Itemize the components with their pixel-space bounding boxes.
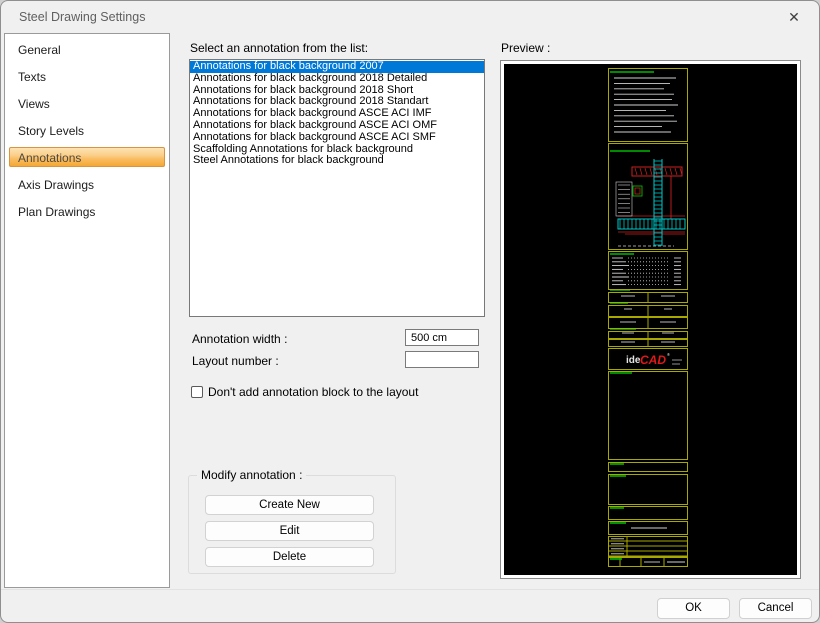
sidebar-item-axis-drawings[interactable]: Axis Drawings <box>9 174 165 194</box>
edit-button[interactable]: Edit <box>205 521 374 541</box>
modify-annotation-label: Modify annotation : <box>197 468 306 482</box>
annotation-listbox[interactable]: Annotations for black background 2007Ann… <box>189 59 485 317</box>
footer: OK Cancel <box>1 589 819 623</box>
sidebar-item-views[interactable]: Views <box>9 93 165 113</box>
preview-frame: ide CAD ® <box>500 60 801 579</box>
annotation-width-input[interactable] <box>405 329 479 346</box>
sidebar: General Texts Views Story Levels Annotations… <box>4 33 170 588</box>
dont-add-annotation-label: Don't add annotation block to the layout <box>208 385 418 399</box>
logo-ide-text: ide <box>626 355 641 366</box>
layout-number-label: Layout number : <box>192 354 279 368</box>
sidebar-item-plan-drawings[interactable]: Plan Drawings <box>9 201 165 221</box>
modify-annotation-group: Modify annotation : Create NewEditDelete <box>188 475 396 574</box>
logo-cad-text: CAD <box>640 353 666 367</box>
create-new-button[interactable]: Create New <box>205 495 374 515</box>
sidebar-item-general[interactable]: General <box>9 39 165 59</box>
preview-label: Preview : <box>501 41 550 55</box>
annotation-preview-drawing: ide CAD ® <box>504 64 797 575</box>
sidebar-item-texts[interactable]: Texts <box>9 66 165 86</box>
logo-mark: ® <box>667 352 670 357</box>
annotation-list-item[interactable]: Annotations for black background 2018 De… <box>190 73 484 85</box>
layout-number-input[interactable] <box>405 351 479 368</box>
annotation-list-item[interactable]: Annotations for black background ASCE AC… <box>190 132 484 144</box>
cancel-button[interactable]: Cancel <box>739 598 812 619</box>
preview-image: ide CAD ® <box>504 64 797 575</box>
steel-drawing-settings-dialog: Steel Drawing Settings ✕ General Texts Vie… <box>0 0 820 623</box>
annotation-list-item[interactable]: Steel Annotations for black background <box>190 155 484 167</box>
window-title: Steel Drawing Settings <box>19 10 145 24</box>
annotation-list-item[interactable]: Annotations for black background ASCE AC… <box>190 120 484 132</box>
delete-button[interactable]: Delete <box>205 547 374 567</box>
annotation-list-label: Select an annotation from the list: <box>190 41 368 55</box>
title-bar: Steel Drawing Settings ✕ <box>1 1 819 33</box>
sidebar-item-story-levels[interactable]: Story Levels <box>9 120 165 140</box>
ok-button[interactable]: OK <box>657 598 730 619</box>
sidebar-item-annotations[interactable]: Annotations <box>9 147 165 167</box>
annotation-width-label: Annotation width : <box>192 332 287 346</box>
dont-add-annotation-checkbox[interactable] <box>191 386 203 398</box>
close-icon[interactable]: ✕ <box>785 8 803 26</box>
